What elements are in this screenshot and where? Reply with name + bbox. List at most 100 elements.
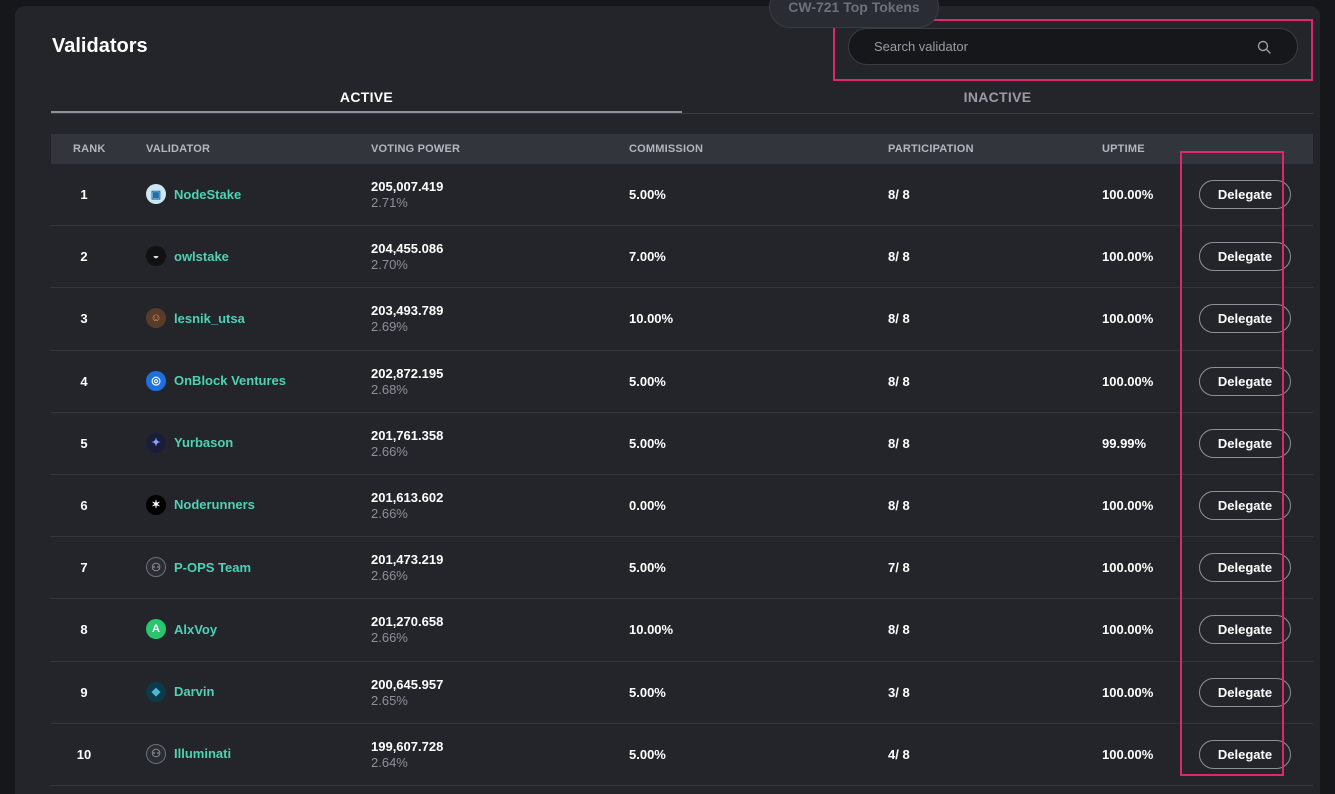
group-placeholder-icon: ⚇	[146, 743, 166, 764]
validator-name-link[interactable]: Illuminati	[174, 746, 231, 761]
validator-cell[interactable]: ☺ lesnik_utsa	[146, 308, 245, 329]
table-row: 6 ✶ Noderunners 201,613.602 2.66% 0.00% 8/ 8 10…	[51, 475, 1313, 538]
delegate-button[interactable]: Delegate	[1199, 553, 1291, 583]
search-icon[interactable]	[1257, 40, 1271, 54]
validator-cell[interactable]: ✶ Noderunners	[146, 494, 255, 515]
delegate-button[interactable]: Delegate	[1199, 180, 1291, 209]
validator-name-link[interactable]: lesnik_utsa	[174, 311, 245, 326]
table-row: 8 A AlxVoy 201,270.658 2.66% 10.00% 8/ 8 100.00…	[51, 599, 1313, 662]
voting-power-cell: 204,455.086 2.70%	[371, 241, 443, 273]
validator-name-link[interactable]: Yurbason	[174, 435, 233, 450]
rank-cell: 1	[80, 187, 88, 202]
participation-cell: 8/ 8	[888, 435, 910, 451]
table-row: 4 ◎ OnBlock Ventures 202,872.195 2.68% 5.00% 8…	[51, 351, 1313, 413]
column-header-participation: PARTICIPATION	[888, 143, 974, 155]
search-box	[848, 28, 1298, 65]
delegate-button[interactable]: Delegate	[1199, 366, 1291, 396]
validator-name-link[interactable]: NodeStake	[174, 187, 241, 202]
rank-cell: 8	[80, 622, 88, 638]
uptime-cell: 100.00%	[1102, 187, 1154, 202]
delegate-button[interactable]: Delegate	[1199, 677, 1291, 707]
uptime-cell: 100.00%	[1102, 746, 1154, 762]
voting-power-value: 201,613.602	[371, 489, 444, 505]
voting-power-value: 203,493.789	[371, 303, 444, 319]
participation-cell: 8/ 8	[888, 373, 910, 389]
voting-power-percent: 2.69%	[371, 319, 408, 335]
voting-power-cell: 201,761.358 2.66%	[371, 428, 443, 460]
validator-name-link[interactable]: Noderunners	[174, 497, 255, 512]
delegate-button[interactable]: Delegate	[1199, 242, 1291, 272]
rank-cell: 4	[80, 373, 88, 389]
commission-cell: 5.00%	[629, 373, 666, 389]
voting-power-percent: 2.71%	[371, 195, 408, 210]
voting-power-cell: 202,872.195 2.68%	[371, 366, 443, 398]
yurbason-logo-icon: ✦	[146, 432, 166, 453]
group-placeholder-icon: ⚇	[146, 557, 166, 578]
commission-cell: 7.00%	[629, 249, 666, 265]
delegate-button[interactable]: Delegate	[1199, 615, 1291, 645]
uptime-cell: 100.00%	[1102, 373, 1154, 389]
tab-bar: ACTIVE INACTIVE	[51, 84, 1313, 114]
participation-cell: 8/ 8	[888, 249, 910, 265]
validator-cell[interactable]: ▣ NodeStake	[146, 184, 241, 204]
voting-power-cell: 203,493.789 2.69%	[371, 303, 443, 335]
voting-power-cell: 205,007.419 2.71%	[371, 179, 443, 211]
validator-cell[interactable]: ✦ Yurbason	[146, 432, 233, 453]
participation-cell: 3/ 8	[888, 684, 910, 700]
validator-name-link[interactable]: P-OPS Team	[174, 560, 251, 575]
uptime-cell: 99.99%	[1102, 435, 1147, 451]
validator-cell[interactable]: ◆ Darvin	[146, 681, 214, 702]
column-header-rank: RANK	[73, 143, 106, 155]
alxvoy-logo-icon: A	[146, 619, 166, 640]
validator-name-link[interactable]: owlstake	[174, 249, 229, 264]
delegate-button[interactable]: Delegate	[1199, 428, 1291, 458]
delegate-button[interactable]: Delegate	[1199, 490, 1291, 520]
validator-cell[interactable]: ⚇ Illuminati	[146, 743, 231, 764]
participation-cell: 8/ 8	[888, 497, 910, 513]
table-header: RANK VALIDATOR VOTING POWER COMMISSION P…	[51, 134, 1313, 164]
voting-power-value: 202,872.195	[371, 365, 444, 381]
rank-cell: 3	[80, 311, 88, 327]
rank-cell: 7	[80, 560, 88, 576]
validator-cell[interactable]: A AlxVoy	[146, 619, 217, 640]
voting-power-percent: 2.66%	[371, 505, 408, 521]
table-row: 3 ☺ lesnik_utsa 203,493.789 2.69% 10.00% 8/ 8 1…	[51, 288, 1313, 351]
runner-logo-icon: ✶	[146, 494, 166, 515]
rank-cell: 10	[76, 746, 92, 762]
participation-cell: 4/ 8	[888, 746, 910, 762]
tab-inactive[interactable]: INACTIVE	[682, 84, 1313, 113]
delegate-button[interactable]: Delegate	[1199, 304, 1291, 334]
validator-cell[interactable]: ◒ owlstake	[146, 246, 229, 267]
commission-cell: 5.00%	[629, 187, 666, 202]
validator-name-link[interactable]: Darvin	[174, 684, 214, 699]
voting-power-cell: 199,607.728 2.64%	[371, 739, 443, 771]
voting-power-cell: 200,645.957 2.65%	[371, 677, 443, 709]
participation-cell: 8/ 8	[888, 187, 910, 202]
validator-cell[interactable]: ⚇ P-OPS Team	[146, 557, 251, 578]
uptime-cell: 100.00%	[1102, 249, 1154, 265]
tab-active[interactable]: ACTIVE	[51, 84, 682, 113]
nodestake-logo-icon: ▣	[146, 184, 166, 204]
voting-power-percent: 2.70%	[371, 257, 408, 273]
voting-power-value: 204,455.086	[371, 241, 444, 257]
voting-power-cell: 201,270.658 2.66%	[371, 614, 443, 646]
table-row: 5 ✦ Yurbason 201,761.358 2.66% 5.00% 8/ 8 99.99…	[51, 413, 1313, 475]
validator-name-link[interactable]: OnBlock Ventures	[174, 373, 286, 388]
onblock-logo-icon: ◎	[146, 370, 166, 391]
voting-power-value: 205,007.419	[371, 179, 444, 194]
column-header-uptime: UPTIME	[1102, 143, 1145, 155]
validator-name-link[interactable]: AlxVoy	[174, 622, 217, 637]
rank-cell: 9	[80, 684, 88, 700]
commission-cell: 10.00%	[629, 311, 674, 327]
column-header-voting-power: VOTING POWER	[371, 143, 461, 155]
validator-table-body: 1 ▣ NodeStake 205,007.419 2.71% 5.00% 8/ 8 100.…	[51, 164, 1313, 786]
search-input[interactable]	[849, 29, 1297, 64]
commission-cell: 5.00%	[629, 746, 666, 762]
validator-cell[interactable]: ◎ OnBlock Ventures	[146, 370, 286, 391]
table-row: 7 ⚇ P-OPS Team 201,473.219 2.66% 5.00% 7/ 8 100…	[51, 537, 1313, 600]
voting-power-value: 201,473.219	[371, 552, 444, 568]
delegate-button[interactable]: Delegate	[1199, 739, 1291, 769]
column-header-commission: COMMISSION	[629, 143, 704, 155]
uptime-cell: 100.00%	[1102, 684, 1154, 700]
voting-power-value: 201,761.358	[371, 427, 444, 443]
